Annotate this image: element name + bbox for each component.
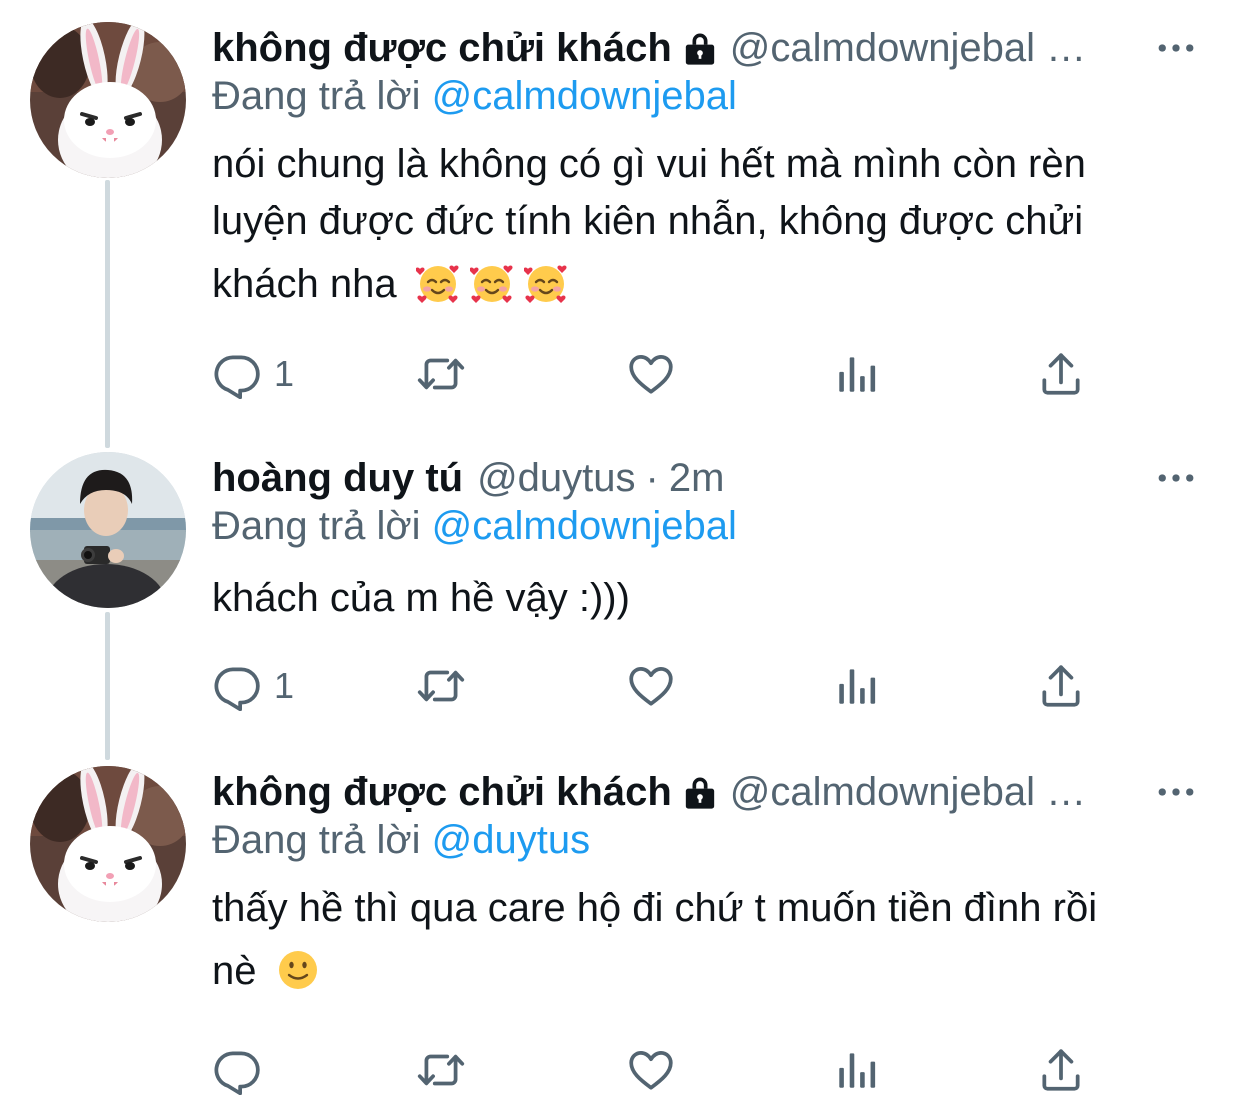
handle[interactable]: @duytus — [477, 456, 635, 501]
tweet-text: nói chung là không có gì vui hết mà mình… — [212, 136, 1202, 313]
avatar[interactable] — [30, 452, 186, 608]
retweet-button[interactable] — [416, 656, 466, 716]
share-button[interactable] — [1036, 344, 1086, 404]
analytics-icon — [832, 1045, 882, 1095]
analytics-button[interactable] — [832, 344, 882, 404]
retweet-icon — [416, 349, 466, 399]
text-line-with-emoji: khách nha — [212, 256, 1202, 313]
text-line: nè — [212, 949, 257, 993]
avatar[interactable] — [30, 766, 186, 922]
tweet-1[interactable]: không được chửi khách @calmdownjebal … Đ… — [0, 22, 1242, 422]
analytics-button[interactable] — [832, 1040, 882, 1100]
text-line: luyện được đức tính kiên nhẫn, không đượ… — [212, 199, 1084, 243]
replying-to: Đang trả lời @calmdownjebal — [212, 504, 737, 549]
timestamp[interactable]: 2m — [669, 456, 725, 501]
heart-icon — [626, 1045, 676, 1095]
separator-dot: · — [645, 455, 659, 500]
tweet-header: không được chửi khách @calmdownjebal … — [212, 766, 1202, 818]
more-icon[interactable] — [1150, 766, 1202, 818]
replying-to: Đang trả lời @duytus — [212, 818, 590, 863]
analytics-icon — [832, 661, 882, 711]
reply-icon — [212, 661, 262, 711]
display-name[interactable]: hoàng duy tú — [212, 456, 463, 501]
display-name[interactable]: không được chửi khách — [212, 770, 672, 815]
replying-prefix: Đang trả lời — [212, 818, 421, 862]
replying-to: Đang trả lời @calmdownjebal — [212, 74, 737, 119]
retweet-icon — [416, 661, 466, 711]
replying-mention[interactable]: @calmdownjebal — [432, 504, 737, 548]
share-button[interactable] — [1036, 1040, 1086, 1100]
tweet-3[interactable]: không được chửi khách @calmdownjebal … Đ… — [0, 766, 1242, 1106]
tweet-text: thấy hề thì qua care hộ đi chứ t muốn ti… — [212, 880, 1202, 1000]
replying-mention[interactable]: @duytus — [432, 818, 590, 862]
replying-prefix: Đang trả lời — [212, 504, 421, 548]
handle[interactable]: @calmdownjebal … — [730, 26, 1086, 71]
replying-prefix: Đang trả lời — [212, 74, 421, 118]
text-line-with-emoji: nè — [212, 943, 1202, 1000]
retweet-icon — [416, 1045, 466, 1095]
display-name[interactable]: không được chửi khách — [212, 26, 672, 71]
more-icon[interactable] — [1150, 452, 1202, 504]
more-icon[interactable] — [1150, 22, 1202, 74]
retweet-button[interactable] — [416, 1040, 466, 1100]
lock-icon — [680, 28, 720, 68]
smiling-face-with-hearts-icon — [470, 261, 514, 305]
thread: không được chửi khách @calmdownjebal … Đ… — [0, 0, 1242, 1114]
tweet-text: khách của m hề vậy :))) — [212, 570, 1202, 627]
reply-icon — [212, 1045, 262, 1095]
heart-icon — [626, 349, 676, 399]
text-line: khách của m hề vậy :))) — [212, 576, 630, 620]
share-icon — [1036, 1045, 1086, 1095]
reply-icon — [212, 349, 262, 399]
smiling-face-with-hearts-icon — [416, 261, 460, 305]
lock-icon — [680, 772, 720, 812]
action-bar: 1 — [212, 656, 1132, 716]
reply-button[interactable]: 1 — [212, 344, 294, 404]
heart-icon — [626, 661, 676, 711]
tweet-2[interactable]: hoàng duy tú @duytus · 2m Đang trả lời @… — [0, 452, 1242, 752]
action-bar: 1 — [212, 344, 1132, 404]
analytics-button[interactable] — [832, 656, 882, 716]
like-button[interactable] — [626, 656, 676, 716]
share-icon — [1036, 349, 1086, 399]
share-button[interactable] — [1036, 656, 1086, 716]
share-icon — [1036, 661, 1086, 711]
like-button[interactable] — [626, 344, 676, 404]
action-bar — [212, 1040, 1132, 1100]
avatar[interactable] — [30, 22, 186, 178]
retweet-button[interactable] — [416, 344, 466, 404]
smiling-face-with-hearts-icon — [524, 261, 568, 305]
tweet-header: không được chửi khách @calmdownjebal … — [212, 22, 1202, 74]
tweet-header: hoàng duy tú @duytus · 2m — [212, 452, 1202, 504]
replying-mention[interactable]: @calmdownjebal — [432, 74, 737, 118]
text-line: thấy hề thì qua care hộ đi chứ t muốn ti… — [212, 886, 1098, 930]
like-button[interactable] — [626, 1040, 676, 1100]
reply-button[interactable]: 1 — [212, 656, 294, 716]
analytics-icon — [832, 349, 882, 399]
text-line: nói chung là không có gì vui hết mà mình… — [212, 142, 1086, 186]
reply-button[interactable] — [212, 1040, 274, 1100]
reply-count: 1 — [274, 353, 295, 394]
reply-count: 1 — [274, 665, 295, 706]
handle[interactable]: @calmdownjebal … — [730, 770, 1086, 815]
slightly-smiling-face-icon — [276, 948, 320, 992]
text-line: khách nha — [212, 262, 397, 306]
